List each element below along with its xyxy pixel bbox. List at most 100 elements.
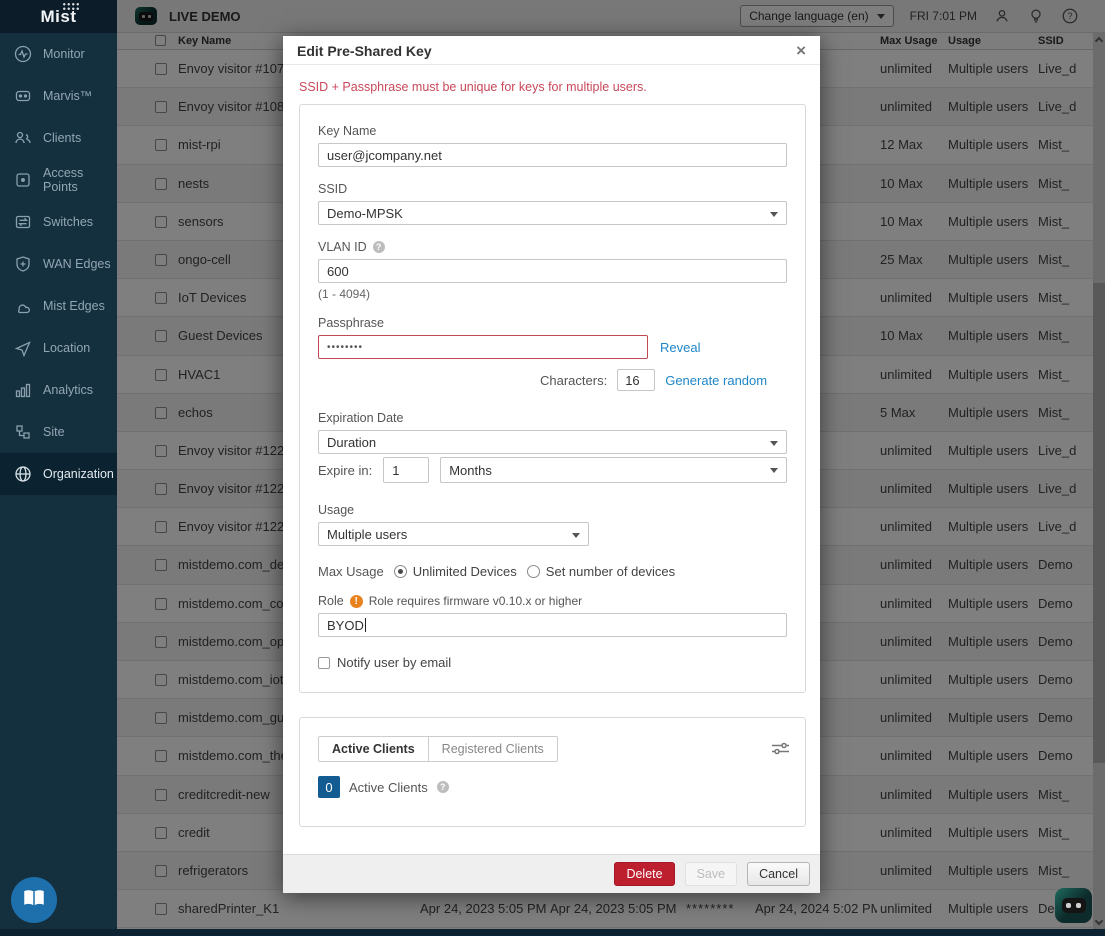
close-icon[interactable]: × bbox=[796, 42, 806, 59]
sidebar-item-label: Analytics bbox=[43, 383, 94, 397]
sidebar-item-label: Site bbox=[43, 425, 65, 439]
docs-book-button[interactable] bbox=[11, 877, 57, 923]
radio-unselected-icon[interactable] bbox=[526, 565, 540, 578]
save-button[interactable]: Save bbox=[684, 862, 738, 886]
marvis-robot-icon bbox=[1061, 898, 1086, 913]
max-usage-row: Max Usage Unlimited Devices Set number o… bbox=[318, 564, 787, 579]
mist-edges-icon bbox=[13, 296, 33, 316]
active-clients-label: Active Clients bbox=[349, 779, 428, 795]
sidebar-item-switches[interactable]: Switches bbox=[0, 201, 117, 243]
sidebar-item-organization[interactable]: Organization bbox=[0, 453, 117, 495]
sidebar-item-site[interactable]: Site bbox=[0, 411, 117, 453]
role-value: BYOD bbox=[327, 617, 364, 633]
radio-selected-icon[interactable] bbox=[393, 565, 407, 578]
usage-label: Usage bbox=[318, 503, 355, 517]
ssid-select[interactable]: Demo-MPSK bbox=[318, 201, 787, 225]
role-label-row: Role ! Role requires firmware v0.10.x or… bbox=[318, 594, 787, 608]
app-root: Mist Monitor Marvis™ Clients Access Points S… bbox=[0, 0, 1105, 936]
key-name-input[interactable]: user@jcompany.net bbox=[318, 143, 787, 167]
notify-checkbox[interactable] bbox=[318, 656, 330, 669]
characters-row: Characters: 16 Generate random bbox=[318, 369, 787, 391]
unique-key-warning: SSID + Passphrase must be unique for key… bbox=[299, 80, 647, 94]
sidebar-item-clients[interactable]: Clients bbox=[0, 117, 117, 159]
expiration-label: Expiration Date bbox=[318, 411, 404, 425]
unlimited-devices-label: Unlimited Devices bbox=[412, 564, 517, 579]
analytics-icon bbox=[13, 380, 33, 400]
vlan-label: VLAN ID bbox=[318, 240, 367, 254]
tab-active-clients[interactable]: Active Clients bbox=[319, 737, 428, 761]
characters-label: Characters: bbox=[540, 372, 608, 388]
sidebar-item-label: Monitor bbox=[43, 47, 85, 61]
open-book-icon bbox=[21, 885, 47, 916]
vlan-range-hint: (1 - 4094) bbox=[318, 287, 371, 301]
sidebar-item-marvis[interactable]: Marvis™ bbox=[0, 75, 117, 117]
firmware-warning: Role requires firmware v0.10.x or higher bbox=[368, 594, 583, 608]
clients-panel: Active Clients Registered Clients 0 Acti… bbox=[299, 717, 806, 827]
passphrase-input[interactable]: •••••••• bbox=[318, 335, 648, 359]
role-input[interactable]: BYOD bbox=[318, 613, 787, 637]
sidebar-item-mist-edges[interactable]: Mist Edges bbox=[0, 285, 117, 327]
mist-logo-dots-icon bbox=[62, 2, 80, 11]
role-label: Role bbox=[318, 594, 344, 608]
wan-edges-icon bbox=[13, 254, 33, 274]
characters-input[interactable]: 16 bbox=[617, 369, 656, 391]
sidebar-item-label: Access Points bbox=[43, 166, 84, 194]
sidebar-item-label: Organization bbox=[43, 467, 114, 481]
psk-form-panel: Key Name user@jcompany.net SSID Demo-MPS… bbox=[299, 104, 806, 693]
site-icon bbox=[13, 422, 33, 442]
sidebar-item-label: Switches bbox=[43, 215, 94, 229]
modal-title: Edit Pre-Shared Key bbox=[297, 42, 432, 59]
firmware-alert-icon: ! bbox=[349, 594, 363, 608]
sidebar-item-access-points[interactable]: Access Points bbox=[0, 159, 117, 201]
filter-sliders-icon[interactable] bbox=[772, 742, 789, 755]
sidebar-item-label: Location bbox=[43, 341, 91, 355]
expire-in-label: Expire in: bbox=[318, 462, 373, 478]
vlan-label-row: VLAN ID ? bbox=[318, 240, 787, 254]
delete-button[interactable]: Delete bbox=[614, 862, 675, 886]
expiration-select[interactable]: Duration bbox=[318, 430, 787, 454]
unlimited-devices-option[interactable]: Unlimited Devices bbox=[393, 564, 517, 579]
generate-random-link[interactable]: Generate random bbox=[665, 373, 767, 388]
text-cursor bbox=[364, 618, 366, 632]
sidebar: Mist Monitor Marvis™ Clients Access Points S… bbox=[0, 0, 117, 936]
vlan-help-icon[interactable]: ? bbox=[372, 241, 385, 253]
passphrase-row: •••••••• Reveal bbox=[318, 335, 787, 359]
mist-logo[interactable]: Mist bbox=[0, 0, 117, 33]
sidebar-item-wan-edges[interactable]: WAN Edges bbox=[0, 243, 117, 285]
reveal-link[interactable]: Reveal bbox=[660, 340, 700, 355]
modal-footer: Delete Save Cancel bbox=[283, 854, 820, 893]
clients-help-icon[interactable]: ? bbox=[436, 781, 449, 793]
active-clients-count-row: 0 Active Clients ? bbox=[318, 776, 787, 798]
cancel-button[interactable]: Cancel bbox=[747, 862, 810, 886]
sidebar-item-label: Mist Edges bbox=[43, 299, 105, 313]
edit-psk-modal: Edit Pre-Shared Key × SSID + Passphrase … bbox=[283, 36, 820, 893]
bottom-bar bbox=[0, 929, 1105, 936]
ssid-label: SSID bbox=[318, 182, 348, 196]
location-icon bbox=[13, 338, 33, 358]
set-number-label: Set number of devices bbox=[545, 564, 676, 579]
set-number-option[interactable]: Set number of devices bbox=[526, 564, 676, 579]
sidebar-item-label: Clients bbox=[43, 131, 82, 145]
sidebar-item-analytics[interactable]: Analytics bbox=[0, 369, 117, 411]
sidebar-item-location[interactable]: Location bbox=[0, 327, 117, 369]
expire-in-row: Expire in: 1 Months bbox=[318, 457, 787, 483]
switches-icon bbox=[13, 212, 33, 232]
notify-row[interactable]: Notify user by email bbox=[318, 655, 787, 670]
marvis-chat-button[interactable] bbox=[1055, 888, 1092, 923]
expire-in-input[interactable]: 1 bbox=[383, 457, 430, 483]
tab-registered-clients[interactable]: Registered Clients bbox=[427, 737, 557, 761]
active-clients-count: 0 bbox=[318, 776, 340, 798]
sidebar-nav: Monitor Marvis™ Clients Access Points Switch… bbox=[0, 33, 117, 495]
max-usage-label: Max Usage bbox=[318, 564, 384, 579]
clients-tabs: Active Clients Registered Clients bbox=[318, 736, 558, 762]
sidebar-item-monitor[interactable]: Monitor bbox=[0, 33, 117, 75]
organization-icon bbox=[13, 464, 33, 484]
expire-unit-select[interactable]: Months bbox=[440, 457, 787, 483]
marvis-icon bbox=[13, 86, 33, 106]
notify-label: Notify user by email bbox=[337, 655, 452, 670]
sidebar-item-label: WAN Edges bbox=[43, 257, 111, 271]
passphrase-label: Passphrase bbox=[318, 316, 385, 330]
vlan-input[interactable]: 600 bbox=[318, 259, 787, 283]
modal-header: Edit Pre-Shared Key × bbox=[283, 36, 820, 65]
usage-select[interactable]: Multiple users bbox=[318, 522, 589, 546]
